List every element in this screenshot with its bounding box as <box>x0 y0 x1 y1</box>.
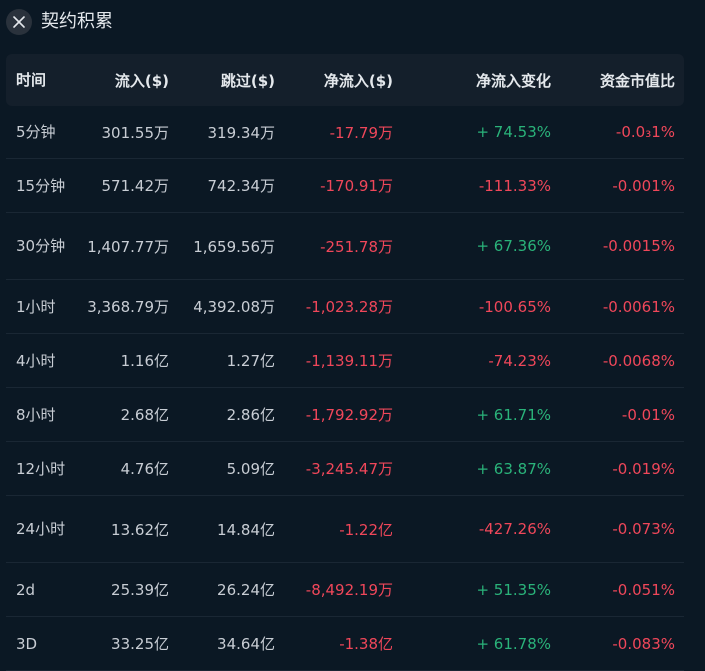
flow-table: 时间 流入($) 跳过($) 净流入($) 净流入变化 资金市值比 5分钟 301… <box>6 54 684 671</box>
table-row[interactable]: 30分钟 1,407.77万 1,659.56万 -251.78万 + 67.36% -0… <box>6 213 684 280</box>
cell-skip: 34.64亿 <box>217 635 275 653</box>
cell-time: 24小时 <box>16 520 66 538</box>
cell-cap-ratio: -0.001% <box>612 176 675 195</box>
cell-inflow: 2.68亿 <box>120 406 169 424</box>
table-row[interactable]: 2d 25.39亿 26.24亿 -8,492.19万 + 51.35% -0.051% <box>6 563 684 617</box>
cell-net-inflow: -1.38亿 <box>339 635 393 653</box>
cell-time: 4小时 <box>16 351 56 370</box>
cell-cap-ratio: -0.01% <box>621 405 675 424</box>
cell-cap-ratio: -0.0₃1% <box>615 123 675 141</box>
cell-net-inflow: -1.22亿 <box>339 520 393 539</box>
column-header-net-inflow[interactable]: 净流入($) <box>275 54 393 106</box>
cell-net-change: + 74.53% <box>476 123 551 141</box>
column-header-cap-ratio[interactable]: 资金市值比 <box>551 54 675 106</box>
cell-time: 2d <box>16 580 36 599</box>
panel-header: 契约积累 <box>0 0 705 46</box>
cell-time: 8小时 <box>16 405 56 424</box>
cell-cap-ratio: -0.0068% <box>602 351 675 370</box>
cell-net-inflow: -1,023.28万 <box>305 298 393 316</box>
cell-time: 30分钟 <box>16 237 66 255</box>
column-header-inflow[interactable]: 流入($) <box>66 54 169 106</box>
cell-inflow: 4.76亿 <box>120 460 169 478</box>
cell-cap-ratio: -0.051% <box>612 580 675 599</box>
cell-time: 12小时 <box>16 459 66 478</box>
cell-cap-ratio: -0.073% <box>612 520 675 538</box>
cell-skip: 14.84亿 <box>217 520 275 539</box>
table-row[interactable]: 3D 33.25亿 34.64亿 -1.38亿 + 61.78% -0.083% <box>6 617 684 671</box>
cell-inflow: 13.62亿 <box>111 520 169 539</box>
cell-inflow: 1,407.77万 <box>87 237 169 256</box>
cell-skip: 742.34万 <box>207 177 276 195</box>
cell-skip: 4,392.08万 <box>193 298 275 316</box>
cell-net-change: + 61.78% <box>476 634 551 653</box>
table-body: 5分钟 301.55万 319.34万 -17.79万 + 74.53% -0.0₃1% 1… <box>6 106 684 671</box>
table-row[interactable]: 15分钟 571.42万 742.34万 -170.91万 -111.33% -0.001… <box>6 159 684 213</box>
cell-inflow: 301.55万 <box>101 123 170 142</box>
cell-skip: 5.09亿 <box>226 460 275 478</box>
cell-net-change: -100.65% <box>478 297 551 316</box>
cell-cap-ratio: -0.083% <box>612 634 675 653</box>
cell-skip: 2.86亿 <box>226 406 275 424</box>
cell-net-change: -427.26% <box>478 520 551 538</box>
cell-time: 1小时 <box>16 297 56 316</box>
table-row[interactable]: 8小时 2.68亿 2.86亿 -1,792.92万 + 61.71% -0.01% <box>6 388 684 442</box>
cell-inflow: 33.25亿 <box>111 635 169 653</box>
cell-inflow: 1.16亿 <box>120 352 169 370</box>
table-row[interactable]: 4小时 1.16亿 1.27亿 -1,139.11万 -74.23% -0.0068% <box>6 334 684 388</box>
cell-net-change: + 61.71% <box>476 405 551 424</box>
column-header-time[interactable]: 时间 <box>16 54 66 106</box>
cell-net-change: -74.23% <box>488 351 551 370</box>
table-row[interactable]: 5分钟 301.55万 319.34万 -17.79万 + 74.53% -0.0₃1% <box>6 106 684 159</box>
column-header-skip[interactable]: 跳过($) <box>169 54 275 106</box>
cell-net-inflow: -251.78万 <box>320 237 393 256</box>
close-icon <box>13 16 25 28</box>
cell-time: 5分钟 <box>16 123 56 141</box>
cell-inflow: 3,368.79万 <box>87 298 169 316</box>
table-header: 时间 流入($) 跳过($) 净流入($) 净流入变化 资金市值比 <box>6 54 684 106</box>
cell-skip: 1.27亿 <box>226 352 275 370</box>
cell-cap-ratio: -0.0061% <box>602 297 675 316</box>
cell-net-change: + 67.36% <box>476 237 551 255</box>
cell-net-inflow: -3,245.47万 <box>305 460 393 478</box>
cell-net-inflow: -8,492.19万 <box>305 581 393 599</box>
cell-net-inflow: -17.79万 <box>329 123 393 142</box>
table-row[interactable]: 1小时 3,368.79万 4,392.08万 -1,023.28万 -100.65% -… <box>6 280 684 334</box>
table-row[interactable]: 12小时 4.76亿 5.09亿 -3,245.47万 + 63.87% -0.019% <box>6 442 684 496</box>
close-button[interactable] <box>6 9 32 35</box>
cell-net-change: + 51.35% <box>476 580 551 599</box>
cell-net-change: + 63.87% <box>476 459 551 478</box>
column-header-net-change[interactable]: 净流入变化 <box>393 54 551 106</box>
cell-net-inflow: -1,792.92万 <box>305 406 393 424</box>
cell-net-inflow: -170.91万 <box>320 177 393 195</box>
page-title: 契约积累 <box>41 11 113 32</box>
cell-skip: 319.34万 <box>207 123 276 142</box>
cell-skip: 26.24亿 <box>217 581 275 599</box>
cell-cap-ratio: -0.019% <box>612 459 675 478</box>
cell-skip: 1,659.56万 <box>193 237 275 256</box>
cell-time: 3D <box>16 634 38 653</box>
cell-inflow: 25.39亿 <box>111 581 169 599</box>
cell-cap-ratio: -0.0015% <box>602 237 675 255</box>
cell-net-inflow: -1,139.11万 <box>305 352 393 370</box>
cell-inflow: 571.42万 <box>101 177 170 195</box>
cell-time: 15分钟 <box>16 176 66 195</box>
table-row[interactable]: 24小时 13.62亿 14.84亿 -1.22亿 -427.26% -0.073% <box>6 496 684 563</box>
cell-net-change: -111.33% <box>478 176 551 195</box>
